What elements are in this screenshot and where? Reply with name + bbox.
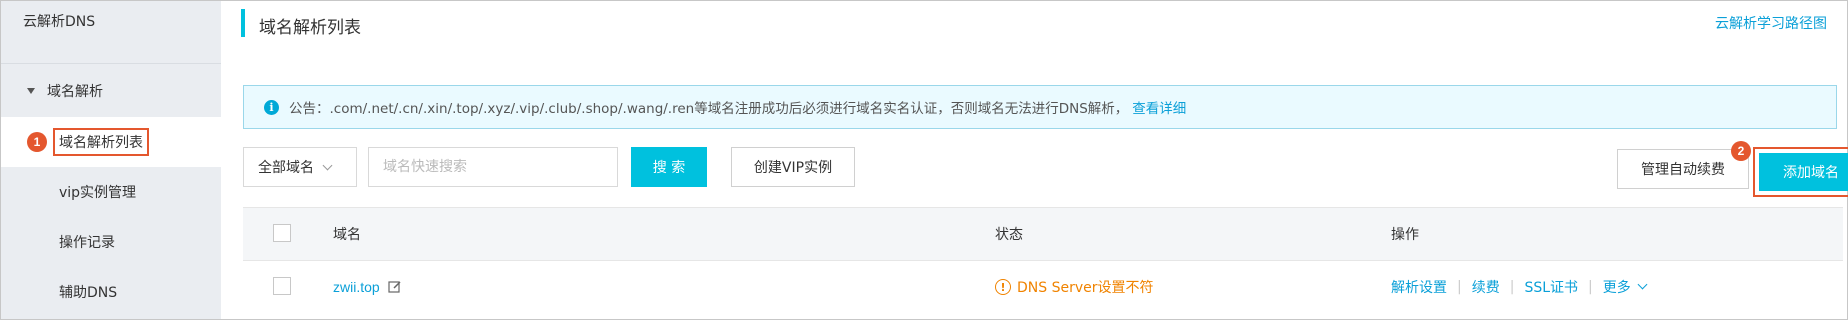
sidebar-item-label: vip实例管理 — [59, 185, 137, 201]
row-checkbox[interactable] — [273, 277, 291, 295]
view-details-link[interactable]: 查看详细 — [1132, 97, 1186, 117]
add-domain-button[interactable]: 添加域名 — [1759, 153, 1848, 191]
sidebar-title: 云解析DNS — [23, 14, 96, 30]
ssl-cert-link[interactable]: SSL证书 — [1524, 277, 1578, 297]
select-all-checkbox[interactable] — [273, 224, 291, 242]
sidebar-item-operation-log[interactable]: 操作记录 — [1, 217, 221, 267]
sidebar-item-domain-list[interactable]: 1 域名解析列表 — [1, 117, 221, 167]
status-text: DNS Server设置不符 — [1017, 280, 1154, 296]
search-button[interactable]: 搜 索 — [631, 147, 707, 187]
announcement-text: 公告：.com/.net/.cn/.xin/.top/.xyz/.vip/.cl… — [289, 101, 1129, 117]
status-warning: ! DNS Server设置不符 — [995, 277, 1154, 297]
table-header: 域名 状态 操作 — [243, 207, 1843, 261]
domain-search-input[interactable] — [368, 147, 618, 187]
chevron-down-icon — [1637, 279, 1648, 290]
step-badge-2: 2 — [1731, 141, 1751, 161]
add-domain-highlight: 添加域名 — [1753, 147, 1848, 197]
sidebar-item-label: 辅助DNS — [59, 285, 118, 301]
learning-path-link[interactable]: 云解析学习路径图 — [1715, 13, 1827, 33]
sidebar-item-label: 域名解析列表 — [53, 128, 149, 156]
sidebar-group-label: 域名解析 — [47, 84, 103, 100]
sidebar-item-secondary-dns[interactable]: 辅助DNS — [1, 267, 221, 317]
auto-renew-button[interactable]: 管理自动续费 — [1617, 149, 1749, 189]
separator: | — [1588, 279, 1593, 295]
main-content: 域名解析列表 云解析学习路径图 i 公告：.com/.net/.cn/.xin/… — [221, 1, 1848, 319]
domain-filter-value: 全部域名 — [258, 160, 314, 176]
step-badge-1: 1 — [27, 132, 47, 152]
column-header-status: 状态 — [995, 227, 1023, 243]
domain-filter-select[interactable]: 全部域名 — [243, 147, 357, 187]
page-header: 域名解析列表 云解析学习路径图 — [221, 1, 1847, 61]
sidebar-divider — [1, 63, 221, 64]
page-title: 域名解析列表 — [259, 18, 361, 38]
chevron-down-icon — [322, 160, 333, 170]
separator: | — [1457, 279, 1462, 295]
sidebar-item-vip[interactable]: vip实例管理 — [1, 167, 221, 217]
title-accent-bar — [241, 9, 245, 37]
announcement-bar: i 公告：.com/.net/.cn/.xin/.top/.xyz/.vip/.… — [243, 85, 1837, 129]
resolve-settings-link[interactable]: 解析设置 — [1391, 277, 1447, 297]
sidebar: 云解析DNS 域名解析 1 域名解析列表 vip实例管理 操作记录 辅助DNS — [1, 1, 221, 319]
sidebar-item-label: 操作记录 — [59, 235, 115, 251]
domain-cell: zwii.top — [333, 261, 402, 313]
edit-icon[interactable] — [388, 280, 402, 294]
column-header-domain: 域名 — [333, 227, 361, 243]
app-frame: 云解析DNS 域名解析 1 域名解析列表 vip实例管理 操作记录 辅助DNS … — [0, 0, 1848, 320]
caret-down-icon — [27, 88, 35, 94]
sidebar-group-domain-resolve[interactable]: 域名解析 — [27, 81, 103, 101]
create-vip-button[interactable]: 创建VIP实例 — [731, 147, 855, 187]
domain-link[interactable]: zwii.top — [333, 279, 380, 295]
renew-link[interactable]: 续费 — [1472, 277, 1500, 297]
info-icon: i — [264, 99, 279, 115]
toolbar: 全部域名 搜 索 创建VIP实例 管理自动续费 添加域名 2 — [243, 141, 1848, 197]
more-label: 更多 — [1602, 280, 1631, 296]
warning-icon: ! — [995, 279, 1011, 295]
separator: | — [1509, 279, 1515, 295]
table-row: zwii.top ! DNS Server设置不符 解析设置 | 续费 | SS… — [243, 261, 1843, 313]
column-header-ops: 操作 — [1391, 227, 1419, 243]
status-cell: ! DNS Server设置不符 — [995, 261, 1154, 313]
domain-table: 域名 状态 操作 zwii.top ! DNS Server设置不符 解析设置 … — [243, 207, 1843, 313]
ops-cell: 解析设置 | 续费 | SSL证书 | 更多 — [1391, 261, 1648, 313]
more-dropdown[interactable]: 更多 — [1602, 277, 1648, 297]
